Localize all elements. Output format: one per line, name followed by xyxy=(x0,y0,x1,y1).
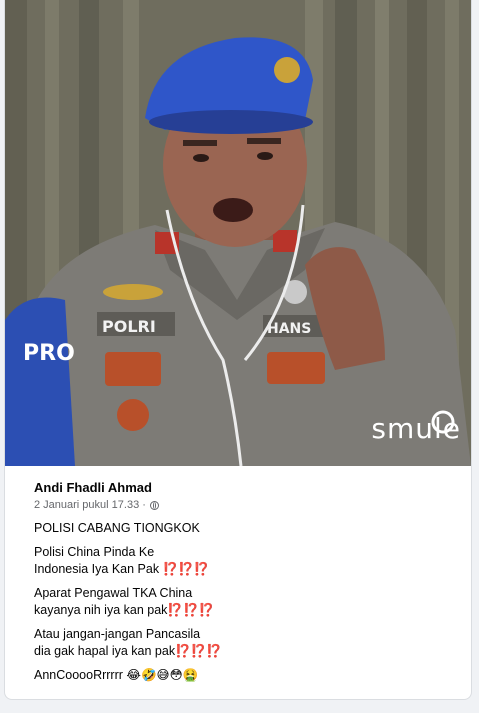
globe-icon xyxy=(149,500,159,510)
post-timestamp[interactable]: 2 Januari pukul 17.33 · xyxy=(34,498,146,512)
video-player[interactable]: PRO POLRI HANS smule xyxy=(5,0,471,466)
post-author[interactable]: Andi Fhadli Ahmad xyxy=(34,480,461,496)
post-meta: 2 Januari pukul 17.33 · xyxy=(34,498,461,512)
video-frame: PRO POLRI HANS xyxy=(5,0,471,466)
smule-watermark: smule xyxy=(371,412,461,445)
badge-text: POLRI xyxy=(102,317,156,336)
post-text-line: Atau jangan-jangan Pancasila dia gak hap… xyxy=(34,627,222,658)
name-tag-text: HANS xyxy=(267,321,311,337)
shoulder-patch-text: PRO xyxy=(23,341,75,366)
post-text-line: AnnCooooRrrrrr 😂🤣😅😳🤮 xyxy=(34,668,199,682)
post-text-line: Polisi China Pinda Ke Indonesia Iya Kan … xyxy=(34,545,210,576)
post-card: PRO POLRI HANS smule Andi Fhadli Ahmad 2… xyxy=(4,0,472,700)
post-caption: Andi Fhadli Ahmad 2 Januari pukul 17.33 … xyxy=(34,480,461,684)
post-text-line: Aparat Pengawal TKA China kayanya nih iy… xyxy=(34,586,215,617)
post-text-line: POLISI CABANG TIONGKOK xyxy=(34,521,200,535)
